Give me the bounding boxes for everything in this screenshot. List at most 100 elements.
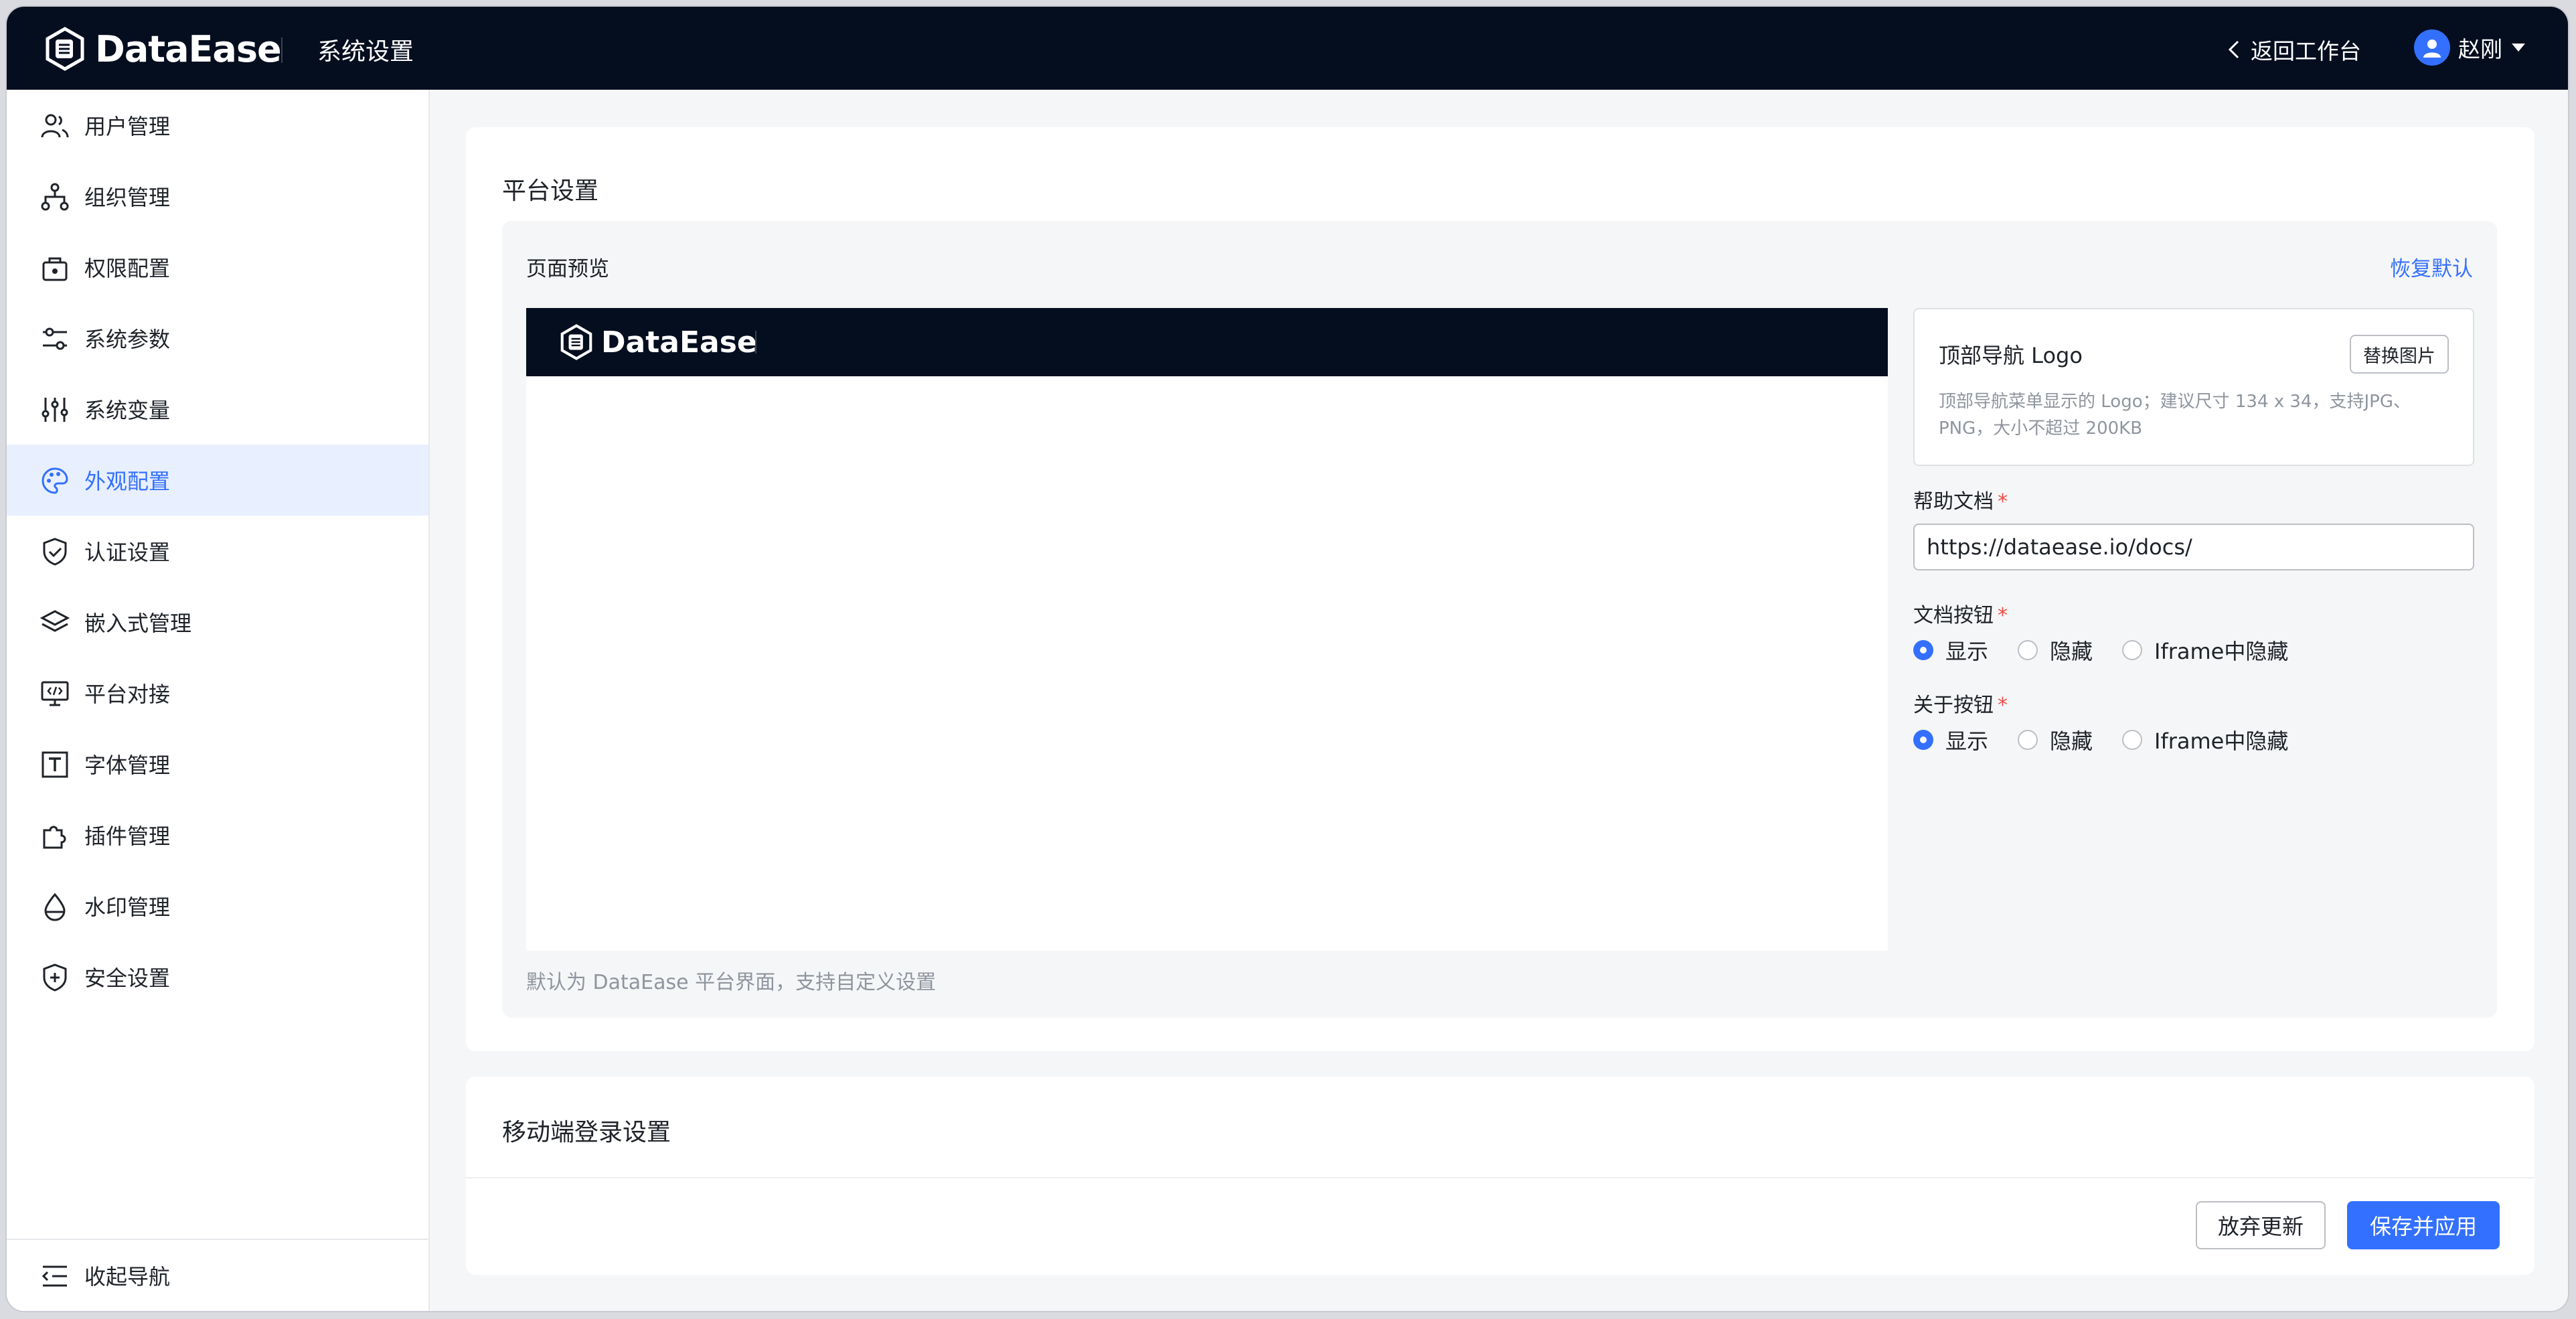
sidebar-item-label: 水印管理 <box>84 895 171 920</box>
header-divider <box>281 37 283 63</box>
radio-unchecked-icon <box>2018 730 2038 750</box>
shield-check-icon <box>43 538 67 566</box>
sidebar-item-appearance[interactable]: 外观配置 <box>7 445 428 516</box>
sidebar-item-watermark[interactable]: 水印管理 <box>7 870 428 941</box>
radio-checked-icon <box>1913 640 1933 660</box>
doc-button-radio-group: 显示 隐藏 Iframe中隐藏 <box>1913 635 2318 666</box>
radio-label: Iframe中隐藏 <box>2154 639 2289 664</box>
top-header: DataEase 系统设置 返回工作台 赵刚 <box>7 7 2568 90</box>
about-button-label-text: 关于按钮 <box>1913 694 1994 717</box>
doc-button-label: 文档按钮 * <box>1913 599 2008 628</box>
collapse-nav-label: 收起导航 <box>84 1264 171 1290</box>
divider <box>466 1177 2534 1178</box>
preview-divider <box>755 331 756 354</box>
about-button-label: 关于按钮 * <box>1913 688 2008 718</box>
mobile-login-title: 移动端登录设置 <box>502 1119 671 1146</box>
chevron-left-icon <box>2228 40 2239 59</box>
sidebar-item-security[interactable]: 安全设置 <box>7 941 428 1012</box>
sidebar-item-label: 安全设置 <box>84 965 171 991</box>
avatar <box>2414 29 2450 66</box>
collapse-nav-area: 收起导航 <box>7 1239 428 1311</box>
dataease-logo[interactable]: DataEase <box>43 27 282 71</box>
sidebar-item-org[interactable]: 组织管理 <box>7 161 428 232</box>
font-icon <box>42 751 68 778</box>
sidebar-item-label: 系统参数 <box>84 327 171 352</box>
sidebar-item-label: 系统变量 <box>84 398 171 423</box>
page-preview-panel: 页面预览 恢复默认 DataEase 默认为 DataEase 平台界面，支持自… <box>502 221 2497 1018</box>
replace-image-button[interactable]: 替换图片 <box>2350 335 2449 374</box>
org-tree-icon <box>41 183 69 211</box>
about-button-radio-show[interactable]: 显示 <box>1913 724 1988 755</box>
preview-header-bar: DataEase <box>526 308 1888 376</box>
sidebar-item-plugins[interactable]: 插件管理 <box>7 799 428 870</box>
back-to-workbench-link[interactable]: 返回工作台 <box>2227 33 2361 66</box>
platform-settings-title: 平台设置 <box>502 177 599 205</box>
radio-label: 显示 <box>1945 639 1989 664</box>
about-button-radio-group: 显示 隐藏 Iframe中隐藏 <box>1913 724 2318 755</box>
sidebar-item-embedded[interactable]: 嵌入式管理 <box>7 587 428 657</box>
monitor-code-icon <box>41 681 69 706</box>
radio-label: Iframe中隐藏 <box>2154 728 2289 754</box>
help-doc-url-input[interactable] <box>1913 524 2474 570</box>
radio-label: 显示 <box>1945 728 1989 754</box>
restore-default-link[interactable]: 恢复默认 <box>2390 252 2473 282</box>
platform-settings-card: 平台设置 页面预览 恢复默认 DataEase 默认为 DataEase 平台界… <box>466 127 2534 1051</box>
discard-changes-button[interactable]: 放弃更新 <box>2196 1201 2326 1249</box>
palette-icon <box>42 467 68 494</box>
sidebar-item-label: 插件管理 <box>84 824 171 849</box>
page-preview-title: 页面预览 <box>526 257 609 281</box>
logo-setting-title: 顶部导航 Logo <box>1939 343 2083 368</box>
radio-label: 隐藏 <box>2050 639 2093 664</box>
required-mark: * <box>1998 694 2008 717</box>
shield-plus-icon <box>43 963 67 992</box>
doc-button-radio-show[interactable]: 显示 <box>1913 635 1988 666</box>
doc-button-label-text: 文档按钮 <box>1913 604 1994 627</box>
radio-unchecked-icon <box>2018 640 2038 660</box>
sidebar-item-label: 平台对接 <box>84 682 171 707</box>
caret-down-icon <box>2512 44 2525 52</box>
dataease-logo-icon <box>46 27 84 71</box>
preview-canvas: DataEase <box>526 308 1888 951</box>
preview-note: 默认为 DataEase 平台界面，支持自定义设置 <box>526 971 937 994</box>
required-mark: * <box>1998 490 2008 514</box>
collapse-nav-button[interactable]: 收起导航 <box>7 1240 428 1311</box>
lock-icon <box>42 257 68 281</box>
sidebar-item-platform[interactable]: 平台对接 <box>7 657 428 728</box>
sidebar-item-fonts[interactable]: 字体管理 <box>7 728 428 799</box>
sidebar-item-label: 权限配置 <box>84 256 171 281</box>
user-name: 赵刚 <box>2458 36 2502 62</box>
about-button-radio-iframe-hide[interactable]: Iframe中隐藏 <box>2122 724 2288 755</box>
user-icon <box>2423 40 2441 58</box>
users-icon <box>41 114 69 138</box>
preview-logo-icon <box>560 324 592 360</box>
radio-label: 隐藏 <box>2050 728 2093 754</box>
layers-icon <box>40 610 70 632</box>
puzzle-icon <box>43 826 66 849</box>
sidebar-item-users[interactable]: 用户管理 <box>7 90 428 161</box>
vertical-sliders-icon <box>42 398 68 422</box>
sidebar-item-label: 认证设置 <box>84 540 171 565</box>
collapse-menu-icon <box>42 1265 67 1287</box>
doc-button-radio-iframe-hide[interactable]: Iframe中隐藏 <box>2122 635 2288 666</box>
about-button-radio-hide[interactable]: 隐藏 <box>2018 724 2093 755</box>
save-and-apply-button[interactable]: 保存并应用 <box>2347 1201 2500 1249</box>
sidebar-item-auth[interactable]: 认证设置 <box>7 516 428 587</box>
doc-button-radio-hide[interactable]: 隐藏 <box>2018 635 2093 666</box>
logo-setting-desc: 顶部导航菜单显示的 Logo；建议尺寸 134 x 34，支持JPG、PNG，大… <box>1939 392 2411 439</box>
back-label: 返回工作台 <box>2251 38 2361 64</box>
user-menu[interactable]: 赵刚 <box>2414 29 2526 66</box>
page-title: 系统设置 <box>317 38 414 66</box>
sidebar-item-label: 外观配置 <box>84 469 171 494</box>
preview-logo-text: DataEase <box>601 325 757 360</box>
logo-setting-box: 顶部导航 Logo 替换图片 顶部导航菜单显示的 Logo；建议尺寸 134 x… <box>1913 308 2474 466</box>
radio-checked-icon <box>1913 730 1933 750</box>
sidebar-item-label: 用户管理 <box>84 114 171 139</box>
sidebar-item-permissions[interactable]: 权限配置 <box>7 232 428 303</box>
radio-unchecked-icon <box>2122 640 2143 660</box>
sidebar-item-system-params[interactable]: 系统参数 <box>7 303 428 374</box>
sidebar-item-label: 组织管理 <box>84 185 171 210</box>
logo-text: DataEase <box>95 27 282 70</box>
radio-unchecked-icon <box>2122 730 2143 750</box>
sidebar-item-system-variables[interactable]: 系统变量 <box>7 374 428 445</box>
sliders-icon <box>43 327 67 350</box>
